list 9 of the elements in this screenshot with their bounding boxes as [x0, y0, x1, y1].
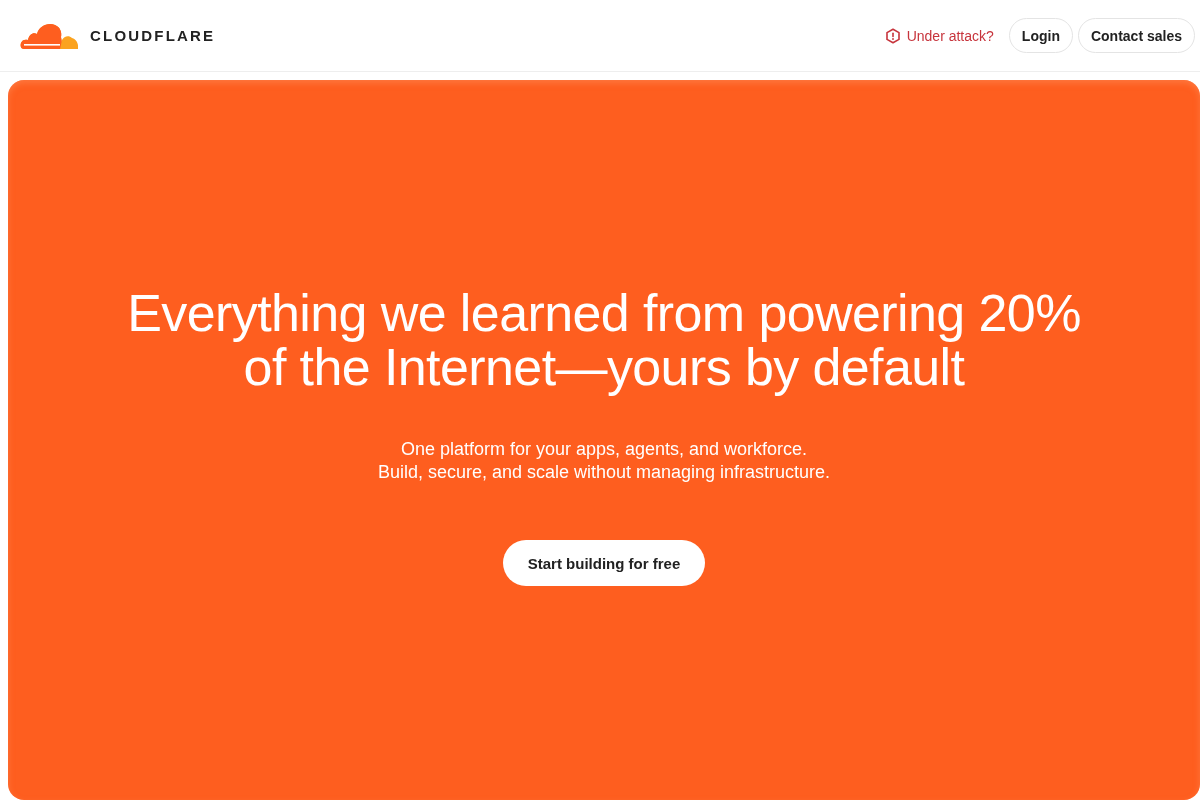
alert-hexagon-icon	[884, 27, 901, 44]
hero-subtitle: One platform for your apps, agents, and workforce. Build, secure, and scale without managing infrastructure.	[377, 438, 831, 484]
logo-wordmark[interactable]: CLOUDFLARE	[90, 27, 216, 44]
start-building-button[interactable]: Start building for free	[502, 540, 706, 586]
login-button[interactable]: Login	[1008, 18, 1073, 53]
under-attack-link[interactable]: Under attack?	[884, 27, 994, 44]
contact-sales-button[interactable]: Contact sales	[1077, 18, 1195, 53]
cloud-logo-icon[interactable]	[20, 22, 78, 49]
hero-headline: Everything we learned from powering 20% of the Internet—yours by default	[127, 286, 1081, 394]
